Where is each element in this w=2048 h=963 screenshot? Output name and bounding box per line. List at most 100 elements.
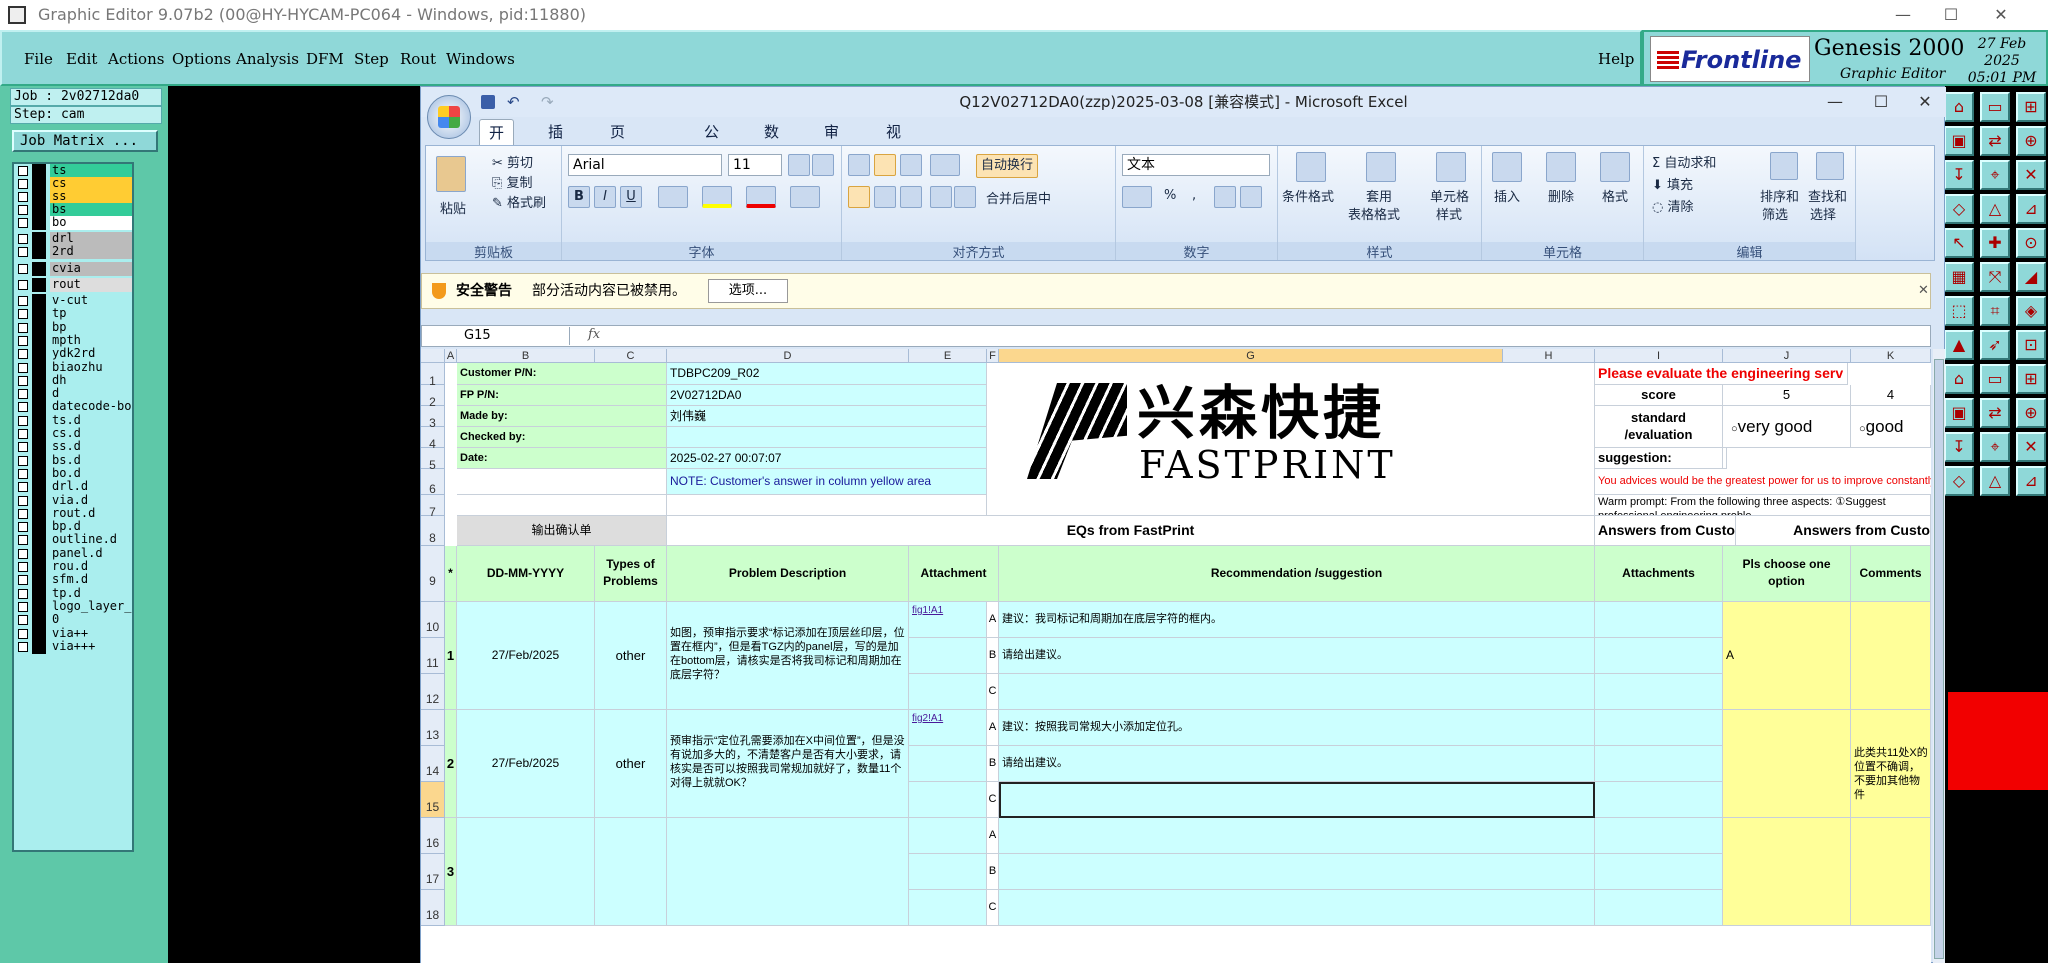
layer-checkbox[interactable] (18, 601, 28, 612)
tool-icon[interactable]: ✕ (2016, 160, 2046, 190)
select-all-corner[interactable] (421, 349, 445, 363)
tool-icon[interactable]: ⊿ (2016, 194, 2046, 224)
cut-button[interactable]: ✂ 剪切 (492, 152, 533, 171)
formula-input[interactable] (618, 327, 1924, 345)
italic-button[interactable]: I (594, 186, 616, 208)
table-format-label[interactable]: 表格格式 (1348, 204, 1400, 223)
tool-icon[interactable]: ⌂ (1944, 364, 1974, 394)
layer-row[interactable]: panel.d (16, 546, 132, 561)
menu-dfm[interactable]: DFM (306, 50, 344, 68)
layer-row[interactable]: d (16, 387, 132, 402)
font-name-select[interactable]: Arial (568, 154, 722, 176)
layer-row[interactable]: bs (16, 203, 132, 217)
column-header[interactable]: B (457, 349, 595, 363)
align-bottom-icon[interactable] (900, 154, 922, 176)
tool-icon[interactable]: ◇ (1944, 466, 1974, 496)
layer-checkbox[interactable] (18, 166, 28, 176)
border-icon[interactable] (658, 186, 688, 208)
layer-row[interactable]: bs.d (16, 453, 132, 468)
choice-cell[interactable] (1723, 710, 1851, 818)
underline-button[interactable]: U (620, 186, 642, 208)
tool-icon[interactable]: ⬚ (1944, 296, 1974, 326)
tab-2[interactable]: 插入 (539, 119, 572, 167)
layer-row[interactable]: cs (16, 177, 132, 191)
decrease-indent-icon[interactable] (930, 186, 952, 208)
tool-icon[interactable]: ◈ (2016, 296, 2046, 326)
tool-icon[interactable]: ⊕ (2016, 398, 2046, 428)
office-button[interactable] (427, 95, 471, 139)
insert-cells-icon[interactable] (1492, 152, 1522, 182)
radio-icon[interactable]: ○ (1731, 423, 1738, 435)
column-header[interactable]: I (1595, 349, 1723, 363)
rating-verygood[interactable]: ○very good (1723, 406, 1851, 448)
conditional-format-icon[interactable] (1296, 152, 1326, 182)
menu-options[interactable]: Options (172, 50, 231, 68)
format-cells-button[interactable]: 格式 (1602, 186, 1628, 205)
tool-icon[interactable]: ▲ (1944, 330, 1974, 360)
layer-checkbox[interactable] (18, 442, 28, 453)
align-center-icon[interactable] (874, 186, 896, 208)
tool-icon[interactable]: ⊙ (2016, 228, 2046, 258)
layer-row[interactable]: via.d (16, 493, 132, 508)
security-options-button[interactable]: 选项... (708, 279, 788, 303)
tool-icon[interactable]: ▭ (1980, 92, 2010, 122)
layer-row[interactable]: dh (16, 373, 132, 388)
layer-row[interactable]: mpth (16, 333, 132, 348)
layer-row[interactable]: drl.d (16, 480, 132, 495)
menu-analysis[interactable]: Analysis (236, 50, 299, 68)
increase-indent-icon[interactable] (954, 186, 976, 208)
layer-checkbox[interactable] (18, 375, 28, 386)
layer-row[interactable]: rou.d (16, 560, 132, 574)
tool-icon[interactable]: ▣ (1944, 126, 1974, 156)
font-color-icon[interactable] (746, 186, 776, 208)
decrease-decimal-icon[interactable] (1240, 186, 1262, 208)
minimize-button[interactable]: — (1880, 0, 1926, 30)
layer-checkbox[interactable] (18, 389, 28, 400)
layer-row[interactable]: bo (16, 216, 132, 230)
row-header[interactable]: 15 (421, 782, 445, 818)
layer-checkbox[interactable] (18, 309, 28, 320)
row-header[interactable]: 1 (421, 363, 445, 388)
increase-decimal-icon[interactable] (1214, 186, 1236, 208)
rating-good[interactable]: ○good (1851, 406, 1931, 448)
layer-row[interactable]: tp (16, 307, 132, 322)
tool-icon[interactable]: ⌖ (1980, 160, 2010, 190)
autosum-button[interactable]: Σ 自动求和 (1652, 152, 1716, 171)
tool-icon[interactable]: ⌂ (1944, 92, 1974, 122)
layer-row[interactable]: bp.d (16, 520, 132, 535)
cell-style-icon[interactable] (1436, 152, 1466, 182)
layer-checkbox[interactable] (18, 628, 28, 639)
wrap-text-button[interactable]: 自动换行 (976, 154, 1039, 178)
row-header[interactable]: 2 (421, 385, 445, 409)
vertical-scrollbar[interactable] (1933, 349, 1945, 963)
excel-minimize-button[interactable]: — (1815, 87, 1855, 117)
align-top-icon[interactable] (848, 154, 870, 176)
format-painter-button[interactable]: ✎ 格式刷 (492, 192, 546, 211)
insert-cells-button[interactable]: 插入 (1494, 186, 1520, 205)
layer-checkbox[interactable] (18, 588, 28, 599)
row-header[interactable]: 16 (421, 818, 445, 854)
row-header[interactable]: 6 (421, 469, 445, 496)
tool-icon[interactable]: ⊞ (2016, 92, 2046, 122)
layer-checkbox[interactable] (18, 415, 28, 426)
fx-icon[interactable]: fx (588, 327, 616, 345)
tab-6[interactable]: 审阅 (815, 119, 848, 167)
bold-button[interactable]: B (568, 186, 590, 208)
column-header[interactable]: K (1851, 349, 1931, 363)
layer-checkbox[interactable] (18, 349, 28, 360)
layer-row[interactable]: ss.d (16, 440, 132, 455)
fill-button[interactable]: ⬇ 填充 (1652, 174, 1693, 193)
row-header[interactable]: 17 (421, 854, 445, 890)
menu-edit[interactable]: Edit (66, 50, 97, 68)
tool-icon[interactable]: ↧ (1944, 432, 1974, 462)
tool-icon[interactable]: ↧ (1944, 160, 1974, 190)
font-size-select[interactable]: 11 (728, 154, 782, 176)
menu-windows[interactable]: Windows (446, 50, 515, 68)
menu-help[interactable]: Help (1598, 50, 1634, 68)
tool-icon[interactable]: ◢ (2016, 262, 2046, 292)
tool-icon[interactable]: ⌗ (1980, 296, 2010, 326)
tool-icon[interactable]: ⌖ (1980, 432, 2010, 462)
row-header[interactable]: 4 (421, 427, 445, 451)
cell-style-label[interactable]: 样式 (1436, 204, 1462, 223)
tool-icon[interactable]: △ (1980, 194, 2010, 224)
